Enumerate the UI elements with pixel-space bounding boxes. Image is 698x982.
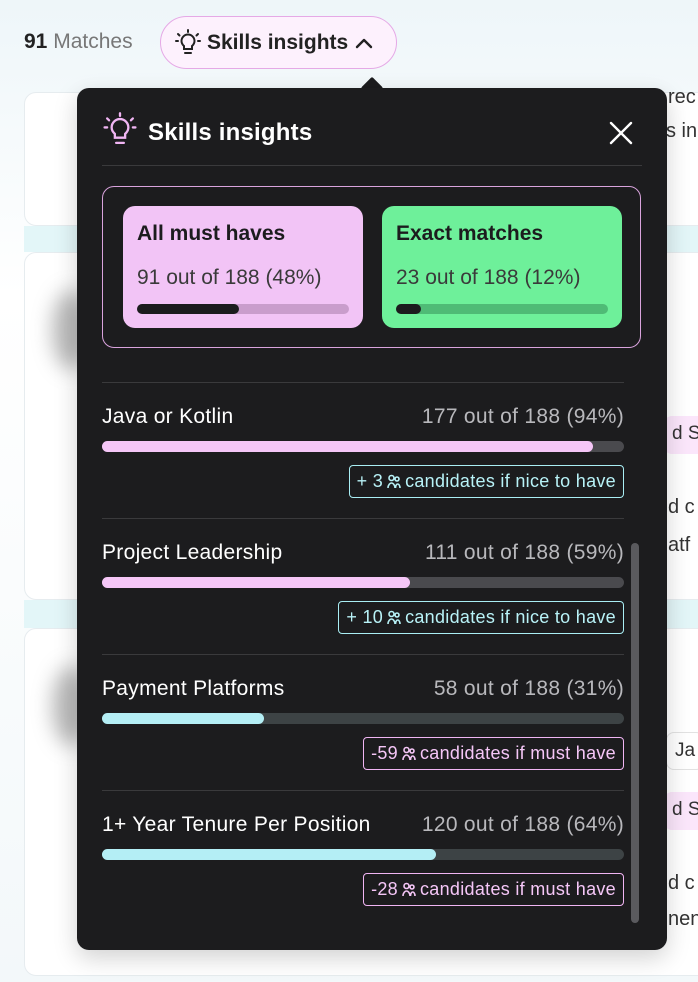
people-icon	[387, 610, 401, 624]
chip-text: candidates if must have	[419, 743, 616, 763]
skill-bar	[102, 441, 624, 452]
chip-text: candidates if nice to have	[405, 607, 616, 627]
chip-delta: -59	[371, 743, 398, 763]
popover-scrollbar[interactable]	[631, 543, 639, 923]
skill-count: 177 out of 188 (94%)	[421, 405, 624, 428]
exact-matches-bar-fill	[396, 304, 422, 314]
chevron-up-icon	[356, 38, 373, 48]
exact-matches-card: Exact matches 23 out of 188 (12%)	[382, 206, 622, 328]
bg-skill-tag: Ja	[666, 732, 698, 770]
skill-name: 1+ Year Tenure Per Position	[102, 813, 371, 836]
skill-bar	[102, 577, 624, 588]
must-haves-bar-fill	[137, 304, 239, 314]
skill-bar-fill	[102, 713, 264, 724]
skills-insights-button[interactable]: Skills insights	[160, 16, 397, 69]
chip-delta: + 10	[346, 607, 384, 627]
must-haves-card: All must haves 91 out of 188 (48%)	[123, 206, 363, 328]
exact-matches-bar	[396, 304, 608, 314]
nice-to-have-chip[interactable]: + 10 candidates if nice to have	[338, 601, 624, 634]
lightbulb-icon	[175, 28, 201, 54]
skill-count: 58 out of 188 (31%)	[433, 677, 624, 700]
chip-delta: + 3	[356, 471, 384, 491]
skill-bar	[102, 849, 624, 860]
matches-number: 91	[24, 30, 48, 53]
bg-skill-tag: d Sy	[664, 792, 698, 830]
must-haves-label: All must haves	[137, 222, 286, 245]
skill-name: Payment Platforms	[102, 677, 285, 700]
matches-count: 91 Matches	[24, 30, 133, 54]
chip-delta: -28	[371, 879, 398, 899]
skill-row: 1+ Year Tenure Per Position 120 out of 1…	[102, 791, 624, 927]
skill-count: 111 out of 188 (59%)	[424, 541, 624, 564]
skill-bar-fill	[102, 849, 437, 860]
popover-title: Skills insights	[148, 119, 313, 146]
exact-matches-value: 23 out of 188 (12%)	[396, 266, 581, 289]
skill-row: Payment Platforms 58 out of 188 (31%) -5…	[102, 655, 624, 791]
exact-matches-label: Exact matches	[396, 222, 544, 245]
bg-skill-tag: d Sy	[664, 416, 698, 454]
bg-text-fragment: d c	[668, 872, 695, 894]
chip-text: candidates if nice to have	[405, 471, 616, 491]
skills-insights-label: Skills insights	[207, 30, 349, 54]
skill-bar-fill	[102, 577, 410, 588]
lightbulb-icon	[103, 112, 137, 145]
skill-bar-fill	[102, 441, 593, 452]
must-haves-value: 91 out of 188 (48%)	[137, 266, 322, 289]
people-icon	[402, 882, 416, 896]
bg-text-fragment: atf	[668, 534, 691, 556]
skill-row: Java or Kotlin 177 out of 188 (94%) + 3 …	[102, 383, 624, 519]
skills-insights-popover: Skills insights All must haves 91 out of…	[77, 88, 667, 950]
matches-label: Matches	[53, 30, 133, 53]
summary-box: All must haves 91 out of 188 (48%) Exact…	[102, 186, 641, 348]
bg-text-fragment: rec	[668, 86, 696, 108]
popover-header: Skills insights	[102, 112, 642, 166]
people-icon	[387, 474, 401, 488]
nice-to-have-chip[interactable]: + 3 candidates if nice to have	[348, 465, 624, 498]
must-have-chip[interactable]: -59 candidates if must have	[363, 737, 624, 770]
bg-text-fragment: s in	[666, 120, 698, 142]
chip-text: candidates if must have	[419, 879, 616, 899]
must-haves-bar	[137, 304, 349, 314]
bg-text-fragment: nen	[668, 908, 698, 930]
people-icon	[402, 746, 416, 760]
bg-text-fragment: d c	[668, 496, 695, 518]
skills-list: Java or Kotlin 177 out of 188 (94%) + 3 …	[102, 382, 624, 927]
skill-count: 120 out of 188 (64%)	[421, 813, 624, 836]
skill-row: Project Leadership 111 out of 188 (59%) …	[102, 519, 624, 655]
close-icon[interactable]	[608, 120, 634, 146]
skill-name: Java or Kotlin	[102, 405, 234, 428]
skill-bar	[102, 713, 624, 724]
skill-name: Project Leadership	[102, 541, 283, 564]
must-have-chip[interactable]: -28 candidates if must have	[363, 873, 624, 906]
